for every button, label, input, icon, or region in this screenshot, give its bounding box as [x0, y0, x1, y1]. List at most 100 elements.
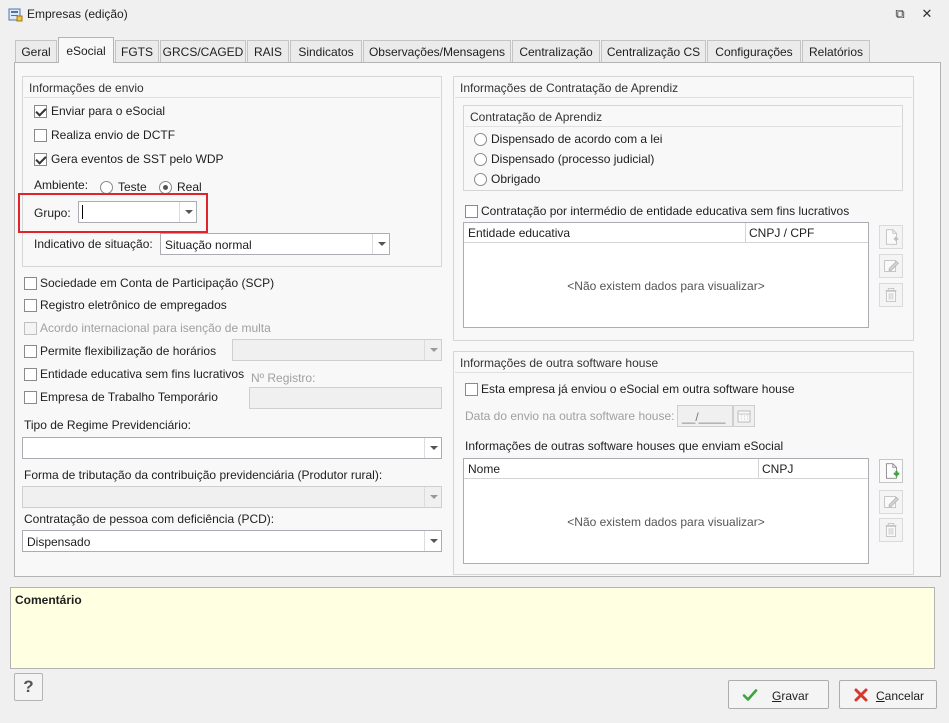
chevron-down-icon[interactable]	[424, 438, 441, 458]
software-house-grid[interactable]: Nome CNPJ <Não existem dados para visual…	[463, 458, 869, 564]
column-header-nome[interactable]: Nome	[468, 462, 500, 476]
restore-icon[interactable]: ⧉	[893, 7, 907, 21]
indicativo-value: Situação normal	[165, 238, 252, 252]
tab-geral[interactable]: Geral	[15, 40, 57, 62]
data-envio-label: Data do envio na outra software house:	[465, 409, 675, 423]
data-envio-value: __/____	[682, 410, 726, 424]
software-house-grid-header: Nome CNPJ	[464, 459, 868, 479]
pcd-combo[interactable]: Dispensado	[22, 530, 442, 552]
intermedio-entidade-label: Contratação por intermédio de entidade e…	[481, 204, 850, 218]
cancelar-rest: ancelar	[884, 689, 925, 703]
obrigado-label: Obrigado	[491, 172, 541, 186]
dispensado-lei-label: Dispensado de acordo com a lei	[491, 132, 663, 146]
comment-textarea[interactable]: Comentário	[10, 587, 935, 669]
dispensado-judicial-label: Dispensado (processo judicial)	[491, 152, 655, 166]
ambiente-teste-label: Teste	[118, 180, 147, 194]
tab-fgts[interactable]: FGTS	[115, 40, 159, 62]
cancel-x-icon	[854, 688, 868, 702]
tributacao-label: Forma de tributação da contribuição prev…	[24, 468, 383, 482]
tab-observacoes[interactable]: Observações/Mensagens	[363, 40, 511, 62]
add-document-icon	[885, 229, 899, 245]
delete-entidade-button[interactable]	[879, 283, 903, 307]
tab-grcs-caged[interactable]: GRCS/CAGED	[160, 40, 246, 62]
ambiente-real-label: Real	[177, 180, 202, 194]
close-icon[interactable]: ✕	[920, 7, 934, 21]
entidade-educativa-checkbox[interactable]	[24, 368, 37, 381]
calendar-icon	[737, 410, 751, 423]
tab-centralizacao[interactable]: Centralização	[512, 40, 600, 62]
acordo-internacional-label: Acordo internacional para isenção de mul…	[40, 321, 271, 335]
chevron-down-icon[interactable]	[179, 202, 196, 222]
scp-label: Sociedade em Conta de Participação (SCP)	[40, 276, 275, 290]
tab-centralizacao-cs[interactable]: Centralização CS	[601, 40, 706, 62]
chevron-down-icon[interactable]	[424, 531, 441, 551]
chevron-down-icon[interactable]	[424, 487, 441, 507]
tab-rais[interactable]: RAIS	[247, 40, 289, 62]
gravar-button[interactable]: Gravar	[728, 680, 829, 709]
registro-eletronico-label: Registro eletrônico de empregados	[40, 298, 227, 312]
gravar-label: Gravar	[772, 689, 809, 703]
data-envio-input[interactable]: __/____	[677, 405, 733, 427]
registro-number-label: Nº Registro:	[251, 371, 316, 385]
cancelar-button[interactable]: Cancelar	[839, 680, 937, 709]
trash-icon	[885, 288, 897, 302]
registro-number-input[interactable]	[249, 387, 442, 409]
entidade-grid-header: Entidade educativa CNPJ / CPF	[464, 223, 868, 243]
add-entidade-button[interactable]	[879, 225, 903, 249]
column-header-cnpj-cpf[interactable]: CNPJ / CPF	[749, 226, 814, 240]
app-icon	[8, 8, 23, 22]
gravar-rest: ravar	[781, 689, 809, 703]
flexibilizacao-checkbox[interactable]	[24, 345, 37, 358]
tab-esocial[interactable]: eSocial	[58, 37, 114, 63]
add-software-house-button[interactable]	[879, 459, 903, 483]
trabalho-temporario-checkbox[interactable]	[24, 391, 37, 404]
regime-label: Tipo de Regime Previdenciário:	[24, 418, 191, 432]
obrigado-radio[interactable]	[474, 173, 487, 186]
chevron-down-icon[interactable]	[372, 234, 389, 254]
trash-icon	[885, 523, 897, 537]
entidade-grid[interactable]: Entidade educativa CNPJ / CPF <Não exist…	[463, 222, 869, 328]
realiza-dctf-checkbox[interactable]	[34, 129, 47, 142]
pcd-value: Dispensado	[27, 535, 91, 549]
help-button[interactable]: ?	[14, 673, 43, 701]
window-title: Empresas (edição)	[27, 7, 128, 21]
entidade-educativa-label: Entidade educativa sem fins lucrativos	[40, 367, 245, 381]
grupo-combo[interactable]	[78, 201, 197, 223]
registro-eletronico-checkbox[interactable]	[24, 299, 37, 312]
contratacao-aprendiz-title: Contratação de Aprendiz	[470, 110, 603, 124]
chevron-down-icon[interactable]	[424, 340, 441, 360]
edit-icon	[884, 496, 899, 508]
intermedio-entidade-checkbox[interactable]	[465, 205, 478, 218]
flexibilizacao-label: Permite flexibilização de horários	[40, 344, 217, 358]
regime-combo[interactable]	[22, 437, 442, 459]
gravar-mnemonic: G	[772, 689, 782, 703]
add-document-icon	[885, 463, 900, 479]
acordo-internacional-checkbox[interactable]	[24, 322, 37, 335]
dispensado-judicial-radio[interactable]	[474, 153, 487, 166]
dispensado-lei-radio[interactable]	[474, 133, 487, 146]
edit-software-house-button[interactable]	[879, 490, 903, 514]
delete-software-house-button[interactable]	[879, 518, 903, 542]
enviar-esocial-label: Enviar para o eSocial	[51, 104, 166, 118]
tab-relatorios[interactable]: Relatórios	[802, 40, 870, 62]
column-header-cnpj[interactable]: CNPJ	[762, 462, 793, 476]
tributacao-combo[interactable]	[22, 486, 442, 508]
indicativo-situacao-combo[interactable]: Situação normal	[160, 233, 390, 255]
column-header-entidade[interactable]: Entidade educativa	[468, 226, 570, 240]
checkmark-icon	[742, 689, 758, 701]
tab-sindicatos[interactable]: Sindicatos	[290, 40, 362, 62]
gera-sst-label: Gera eventos de SST pelo WDP	[51, 152, 224, 166]
scp-checkbox[interactable]	[24, 277, 37, 290]
edit-entidade-button[interactable]	[879, 254, 903, 278]
comment-title: Comentário	[15, 593, 82, 607]
edit-icon	[884, 260, 899, 272]
cancelar-mnemonic: C	[876, 689, 885, 703]
ja-enviou-checkbox[interactable]	[465, 383, 478, 396]
title-bar: Empresas (edição) ⧉ ✕	[0, 0, 949, 30]
pcd-label: Contratação de pessoa com deficiência (P…	[24, 512, 275, 526]
calendar-button[interactable]	[733, 405, 755, 427]
enviar-esocial-checkbox[interactable]	[34, 105, 47, 118]
flexibilizacao-combo[interactable]	[232, 339, 442, 361]
tab-configuracoes[interactable]: Configurações	[707, 40, 801, 62]
gera-sst-checkbox[interactable]	[34, 153, 47, 166]
